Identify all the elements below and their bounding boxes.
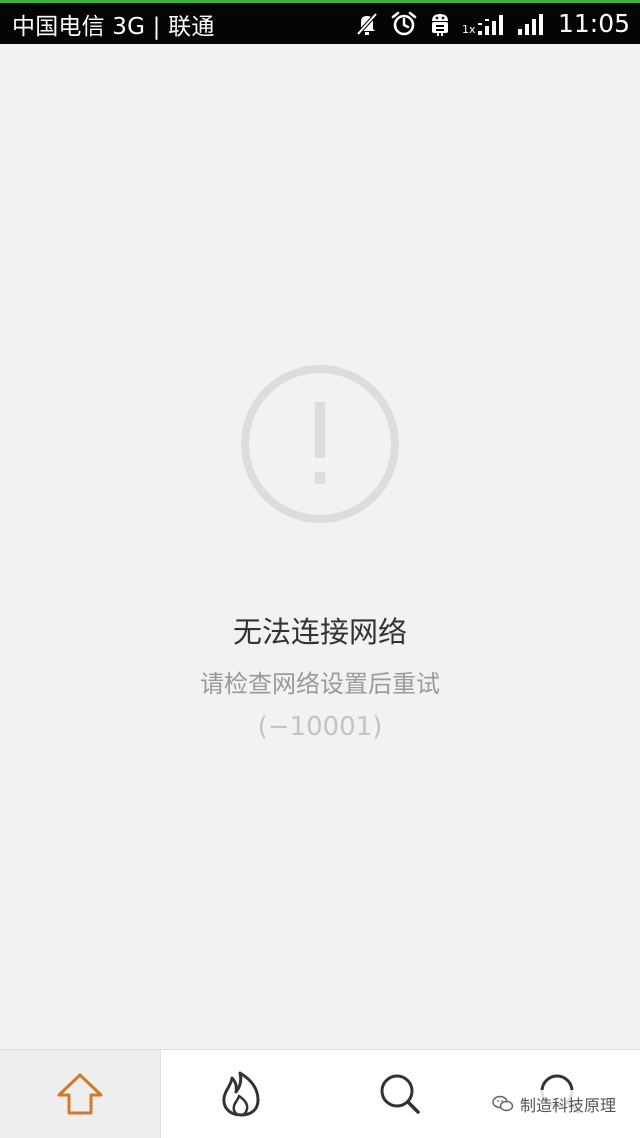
error-code: (−10001) (257, 712, 383, 742)
alert-circle-icon (241, 365, 399, 523)
clock: 11:05 (557, 9, 630, 38)
network-indicator: 1x (462, 10, 506, 38)
wechat-icon (492, 1095, 514, 1112)
tab-trending[interactable] (161, 1050, 321, 1138)
status-bar: 中国电信 3G | 联通 1x 11:05 (0, 0, 640, 44)
home-icon (57, 1073, 103, 1115)
network-error-panel: 无法连接网络 请检查网络设置后重试 (−10001) (0, 44, 640, 1049)
error-subtitle: 请检查网络设置后重试 (200, 670, 440, 698)
carrier-label: 中国电信 3G | 联通 (12, 13, 215, 40)
status-icons: 1x 11:05 (354, 3, 630, 44)
tab-search[interactable] (321, 1050, 481, 1138)
signal-icon (477, 14, 503, 35)
mute-icon (356, 12, 378, 35)
android-debug-icon (431, 13, 448, 36)
tab-home[interactable] (0, 1050, 161, 1138)
watermark-text: 制造科技原理 (519, 1096, 616, 1115)
watermark: 制造科技原理 (487, 1090, 620, 1118)
error-title: 无法连接网络 (232, 615, 407, 649)
network-type-label: 1x (461, 22, 476, 36)
signal-icon (517, 13, 543, 35)
search-icon (380, 1074, 421, 1114)
flame-icon (222, 1071, 260, 1117)
alarm-icon (391, 11, 417, 35)
